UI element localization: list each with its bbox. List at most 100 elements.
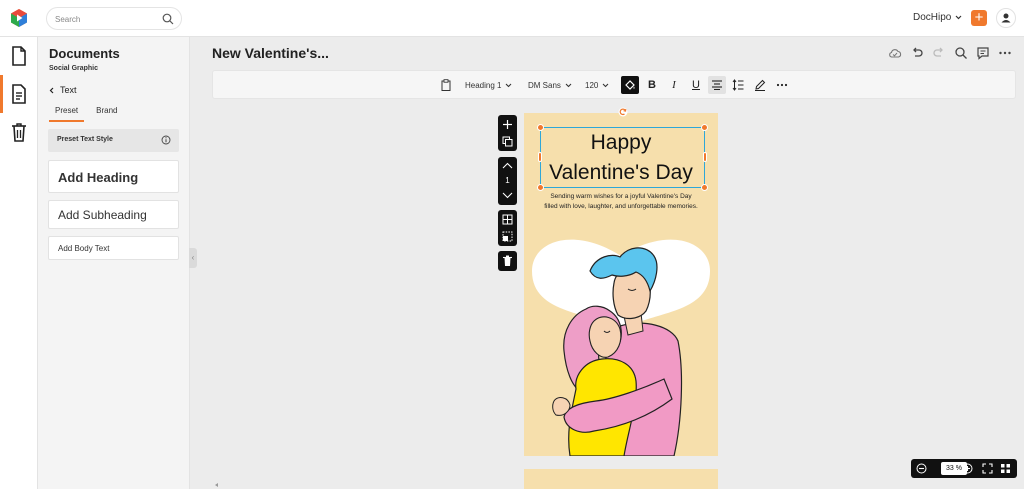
resize-handle-top-right[interactable] — [701, 124, 708, 131]
resize-handle-right[interactable] — [703, 152, 707, 162]
delete-page-button[interactable] — [498, 251, 517, 271]
font-family-select[interactable]: DM Sans — [528, 77, 572, 93]
chevron-down-icon[interactable] — [502, 192, 513, 199]
top-bar: DocHipo + — [0, 0, 1024, 37]
text-color-button[interactable] — [621, 76, 639, 94]
font-family-value: DM Sans — [528, 80, 561, 90]
collapse-panel-handle[interactable]: ‹ — [189, 248, 197, 268]
clipboard-button[interactable] — [441, 77, 451, 93]
zoom-out-icon[interactable] — [916, 463, 927, 474]
resize-handle-bottom-right[interactable] — [701, 184, 708, 191]
left-rail — [0, 37, 38, 489]
zoom-percent: 33 — [946, 465, 954, 472]
page-grid-view-icon[interactable] — [1000, 463, 1011, 474]
tab-brand[interactable]: Brand — [90, 106, 123, 122]
add-subheading-button[interactable]: Add Subheading — [48, 200, 179, 229]
user-avatar-button[interactable] — [996, 8, 1016, 28]
text-style-value: Heading 1 — [465, 80, 502, 90]
add-duplicate-group — [498, 115, 517, 151]
text-format-toolbar: Heading 1 DM Sans 120 B I U — [212, 70, 1016, 99]
create-new-button[interactable]: + — [971, 10, 987, 26]
chevron-up-icon[interactable] — [502, 162, 513, 169]
rotate-icon[interactable] — [618, 107, 628, 117]
trash-icon — [503, 255, 512, 266]
page-number: 1 — [505, 176, 510, 185]
font-size-select[interactable]: 120 — [585, 77, 609, 93]
resize-handle-top-left[interactable] — [537, 124, 544, 131]
plus-icon: + — [974, 9, 984, 26]
line-spacing-button[interactable] — [729, 76, 747, 94]
zoom-in-icon[interactable] — [962, 463, 973, 474]
chevron-down-icon — [955, 15, 962, 20]
zoom-control: 33 % — [911, 459, 1017, 478]
more-options-icon — [776, 83, 788, 87]
rail-item-text[interactable] — [0, 75, 38, 113]
search-box[interactable] — [46, 7, 182, 30]
rail-item-documents[interactable] — [0, 37, 38, 75]
add-heading-label: Add Heading — [58, 170, 139, 185]
cloud-saved-icon[interactable] — [888, 46, 902, 60]
panel-title: Documents — [49, 46, 120, 61]
couple-hug-illustration[interactable] — [524, 231, 718, 456]
undo-icon[interactable] — [910, 46, 924, 60]
preset-style-label: Preset Text Style — [57, 136, 113, 143]
comment-icon[interactable] — [976, 46, 990, 60]
bold-button[interactable]: B — [643, 76, 661, 94]
document-title[interactable]: New Valentine's... — [212, 45, 329, 61]
font-size-value: 120 — [585, 80, 599, 90]
document-actions — [888, 46, 1012, 60]
fullscreen-icon[interactable] — [982, 463, 993, 474]
resize-handle-left[interactable] — [538, 152, 542, 162]
add-heading-button[interactable]: Add Heading — [48, 160, 179, 193]
text-doc-icon — [12, 84, 26, 104]
paint-bucket-icon — [625, 80, 635, 90]
text-style-select[interactable]: Heading 1 — [465, 77, 512, 93]
text-selection-box[interactable] — [540, 127, 705, 188]
chevron-down-icon — [506, 83, 512, 87]
align-center-button[interactable] — [708, 76, 726, 94]
tab-preset[interactable]: Preset — [49, 106, 85, 122]
duplicate-page-icon[interactable] — [502, 136, 513, 147]
add-body-text-button[interactable]: Add Body Text — [48, 236, 179, 260]
underline-button[interactable]: U — [687, 76, 705, 94]
wish-text[interactable]: Sending warm wishes for a joyful Valenti… — [544, 192, 698, 212]
document-icon — [12, 46, 26, 66]
italic-button[interactable]: I — [665, 76, 683, 94]
info-icon[interactable] — [161, 135, 171, 145]
add-subheading-label: Add Subheading — [58, 208, 147, 222]
add-page-icon[interactable] — [502, 119, 513, 130]
resize-handle-bottom-left[interactable] — [537, 184, 544, 191]
search-input[interactable] — [55, 12, 155, 26]
rail-item-trash[interactable] — [0, 113, 38, 151]
pen-icon — [755, 79, 766, 91]
clipboard-icon — [441, 79, 451, 91]
grid-icon[interactable] — [502, 214, 513, 225]
add-body-label: Add Body Text — [58, 244, 110, 253]
account-menu[interactable]: DocHipo — [913, 12, 962, 23]
preset-text-style: Preset Text Style — [48, 129, 179, 152]
redo-icon[interactable] — [932, 46, 946, 60]
panel-tabs: Preset Brand — [49, 106, 123, 122]
more-format-options[interactable] — [773, 76, 791, 94]
back-button[interactable]: Text — [49, 85, 77, 95]
align-center-icon — [712, 80, 722, 90]
more-options-icon[interactable] — [998, 46, 1012, 60]
user-icon — [1001, 13, 1011, 23]
line-spacing-icon — [732, 79, 744, 91]
trash-icon — [12, 123, 26, 142]
text-panel: Documents Social Graphic Text Preset Bra… — [38, 37, 190, 489]
search-icon[interactable] — [162, 13, 174, 25]
chevron-left-icon: ‹ — [191, 253, 195, 262]
chevron-down-icon — [565, 83, 572, 87]
resize-page-icon[interactable] — [502, 231, 513, 242]
account-label: DocHipo — [913, 12, 952, 23]
dochipo-logo-icon[interactable] — [9, 8, 29, 28]
chevron-down-icon — [602, 83, 609, 87]
chevron-left-icon — [49, 87, 54, 93]
panel-subtitle: Social Graphic — [49, 65, 99, 72]
back-label: Text — [60, 85, 77, 95]
page-navigator: 1 — [498, 157, 517, 205]
find-icon[interactable] — [954, 46, 968, 60]
highlight-button[interactable] — [751, 76, 769, 94]
horizontal-scrollbar[interactable] — [212, 482, 1016, 488]
